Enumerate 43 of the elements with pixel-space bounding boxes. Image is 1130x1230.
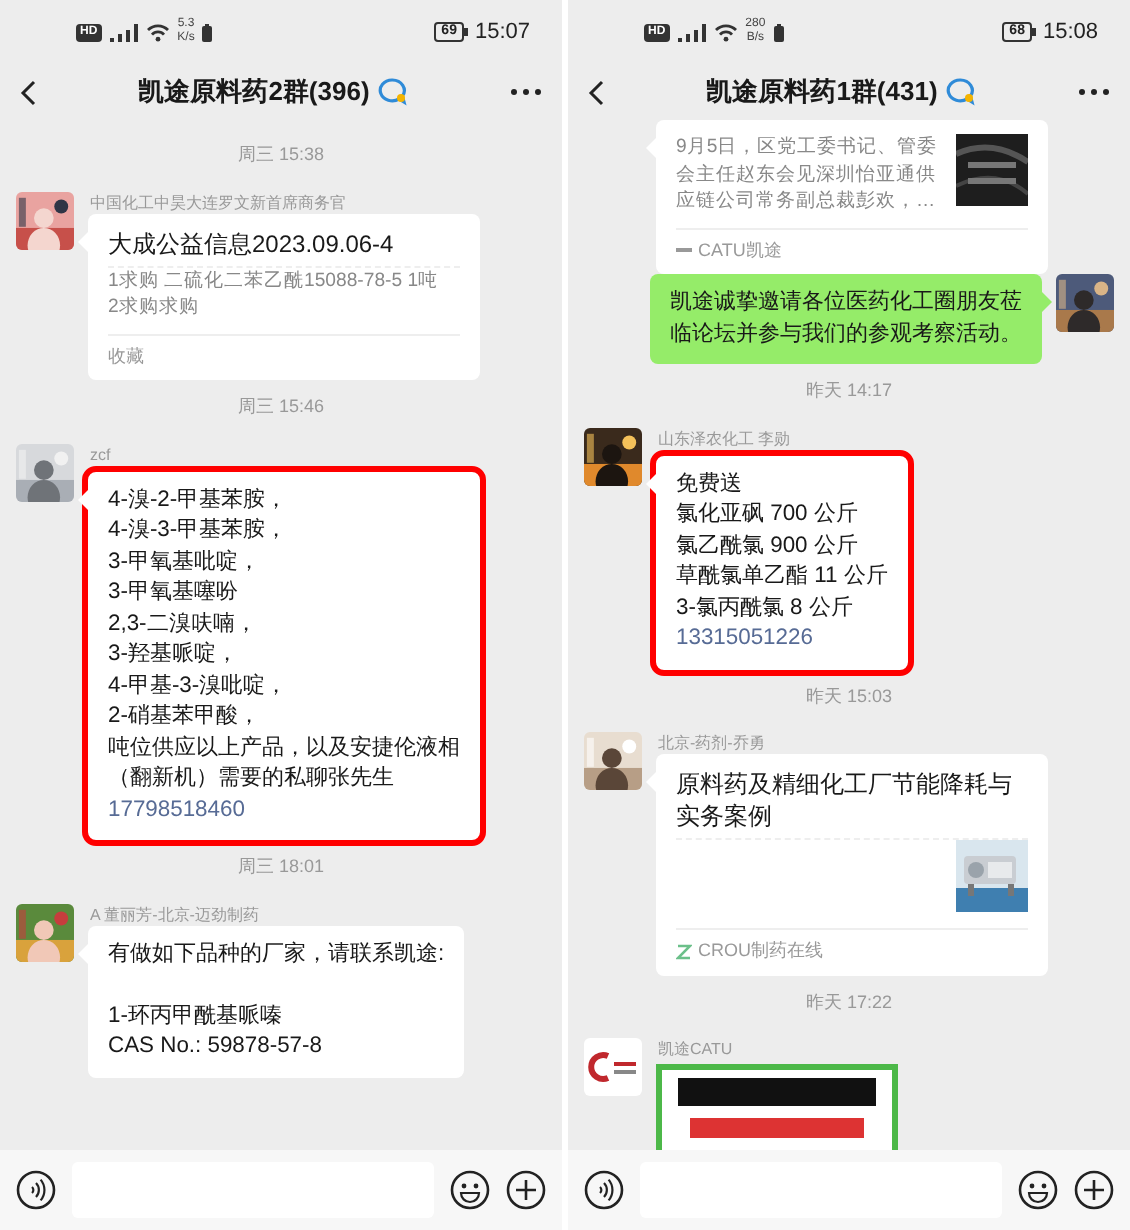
message-text: CAS No.: 59878-57-8 [108,1032,324,1062]
card-source: 收藏 [108,343,144,369]
chat-title: 凯途原料药1群(431) [706,74,938,111]
card-description: 2求购求购 [108,294,201,321]
message-text: 3-氯丙酰氯 8 公斤 [676,593,855,623]
message-text: 免费送 [676,469,744,499]
message-text: 吨位供应以上产品，以及安捷伦液相（翻新机）需要的私聊张先生 [108,733,460,794]
timestamp: 昨天 14:17 [805,378,893,404]
message-text: 3-甲氧基噻吩 [108,578,240,608]
card-description: 1求购 二硫化二苯乙酰15088-78-5 1吨 [108,267,441,294]
message-text: 4-溴-2-甲基苯胺， [108,485,290,515]
message-text: 4-溴-3-甲基苯胺， [108,516,290,546]
message-text: 4-甲基-3-溴吡啶， [108,671,290,701]
timestamp: 昨天 15:03 [805,683,893,709]
card-source: CROU制药在线 [698,938,823,964]
sender-name: 中国化工中昊大连罗文新首席商务官 [90,191,348,213]
timestamp: 昨天 17:22 [805,989,893,1015]
message-text: 凯途诚挚邀请各位医药化工圈朋友莅临论坛并参与我们的参观考察活动。 [670,288,1022,349]
message-text: 氯化亚砜 700 公斤 [676,500,860,530]
message-text: 氯乙酰氯 900 公斤 [676,531,860,561]
timestamp: 周三 15:46 [237,394,325,420]
phone-link[interactable]: 13315051226 [676,624,888,655]
sender-name: A 董丽芳-北京-迈劲制药 [90,903,261,925]
chat-title: 凯途原料药2群(396) [138,74,370,111]
sender-name: 山东泽农化工 李勋 [658,427,793,449]
sender-name: 凯途CATU [658,1038,735,1060]
message-text: 草酰氯单乙酯 11 公斤 [676,562,888,592]
card-source: CATU凯途 [698,237,782,263]
sender-name: 北京-药剂-乔勇 [658,732,767,754]
message-text: 3-羟基哌啶， [108,640,240,670]
phone-link[interactable]: 17798518460 [108,795,460,826]
clock: 15:08 [1042,17,1098,48]
message-text: 2,3-二溴呋喃， [108,609,259,639]
timestamp: 周三 18:01 [237,854,325,880]
timestamp: 周三 15:38 [237,142,325,168]
message-text: 1-环丙甲酰基哌嗪 [108,1001,284,1031]
message-text: 3-甲氧基吡啶， [108,547,262,577]
card-title: 大成公益信息2023.09.06-4 [108,227,460,267]
sender-name: zcf [90,443,113,465]
message-text: 2-硝基苯甲酸， [108,702,262,732]
card-description: 9月5日，区党工委书记、管委会主任赵东会见深圳怡亚通供应链公司常务副总裁彭欢，… [676,134,940,215]
message-text: 有做如下品种的厂家，请联系凯途: [108,939,445,969]
clock: 15:07 [474,17,530,48]
